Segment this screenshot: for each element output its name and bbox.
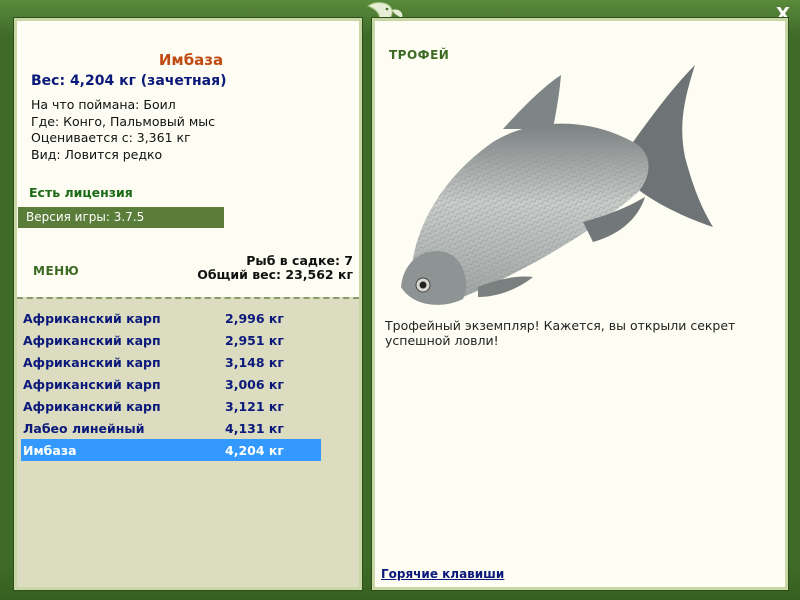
detail-rarity: Вид: Ловится редко xyxy=(31,146,163,162)
list-item[interactable]: Африканский карп 2,996 кг xyxy=(21,307,321,329)
fish-weight: Вес: 4,204 кг (зачетная) xyxy=(31,73,227,89)
list-item-selected[interactable]: Имбаза 4,204 кг xyxy=(21,439,321,461)
trophy-fish-image xyxy=(401,65,713,305)
fish-details: На что поймана: Боил Где: Конго, Пальмов… xyxy=(31,97,215,163)
list-item-name: Африканский карп xyxy=(23,311,161,326)
version-bar: Версия игры: 3.7.5 xyxy=(18,207,224,228)
list-item[interactable]: Африканский карп 2,951 кг xyxy=(21,329,321,351)
list-item-weight: 3,148 кг xyxy=(225,355,284,370)
detail-threshold: Оценивается с: 3,361 кг xyxy=(31,130,191,145)
license-status: Есть лицензия xyxy=(29,185,133,200)
list-item-name: Африканский карп xyxy=(23,377,161,392)
trophy-panel: ТРОФЕЙ Трофейный экземпляр! Кажется, вы … xyxy=(371,17,789,591)
list-item-name: Африканский карп xyxy=(23,399,161,414)
list-item-name: Лабео линейный xyxy=(23,421,145,436)
list-item-weight: 4,204 кг xyxy=(225,443,284,458)
catch-total-weight: Общий вес: 23,562 кг xyxy=(197,267,353,282)
list-item[interactable]: Африканский карп 3,006 кг xyxy=(21,373,321,395)
list-item-weight: 2,951 кг xyxy=(225,333,284,348)
fish-info-panel: Имбаза Вес: 4,204 кг (зачетная) На что п… xyxy=(13,17,363,591)
fish-name: Имбаза xyxy=(158,51,224,69)
menu-button[interactable]: МЕНЮ xyxy=(33,264,79,278)
detail-location: Где: Конго, Пальмовый мыс xyxy=(31,113,215,129)
catch-summary: Рыб в садке: 7 Общий вес: 23,562 кг xyxy=(197,254,353,282)
list-item-name: Африканский карп xyxy=(23,333,161,348)
list-item-weight: 2,996 кг xyxy=(225,311,284,326)
list-item-name: Африканский карп xyxy=(23,355,161,370)
list-item-weight: 3,006 кг xyxy=(225,377,284,392)
catch-list: Африканский карп 2,996 кг Африканский ка… xyxy=(17,297,359,587)
list-item-weight: 4,131 кг xyxy=(225,421,284,436)
trophy-description: Трофейный экземпляр! Кажется, вы открыли… xyxy=(385,318,736,348)
list-item-name: Имбаза xyxy=(23,443,77,458)
list-item[interactable]: Африканский карп 3,148 кг xyxy=(21,351,321,373)
detail-bait: На что поймана: Боил xyxy=(31,97,176,112)
hotkeys-link[interactable]: Горячие клавиши xyxy=(381,567,504,581)
catch-count: Рыб в садке: 7 xyxy=(246,253,353,268)
list-item[interactable]: Лабео линейный 4,131 кг xyxy=(21,417,321,439)
list-item-weight: 3,121 кг xyxy=(225,399,284,414)
list-item[interactable]: Африканский карп 3,121 кг xyxy=(21,395,321,417)
